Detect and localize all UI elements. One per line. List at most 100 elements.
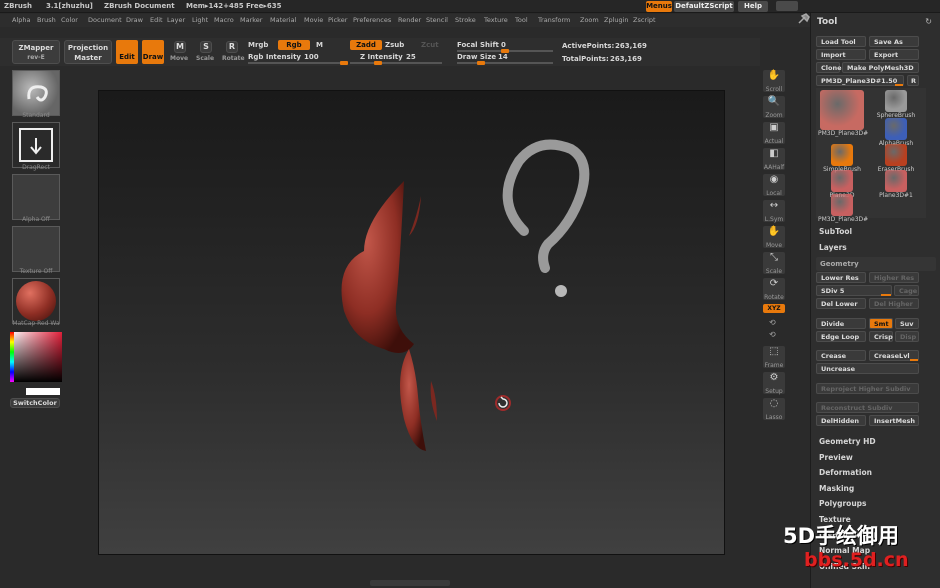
smt-toggle[interactable]: Smt: [869, 318, 893, 329]
menu-item-edit[interactable]: Edit: [150, 16, 163, 24]
tool-alphabrush[interactable]: AlphaBrush: [872, 118, 920, 147]
material-thumbnail[interactable]: [12, 278, 60, 324]
refresh-icon[interactable]: ↻: [925, 17, 932, 26]
sdiv-slider[interactable]: SDiv 5: [816, 285, 892, 296]
edge-loop-button[interactable]: Edge Loop: [816, 331, 866, 342]
insertmesh-button[interactable]: InsertMesh: [869, 415, 919, 426]
export-button[interactable]: Export: [869, 49, 919, 60]
menu-item-stroke[interactable]: Stroke: [455, 16, 476, 24]
hue-strip[interactable]: [10, 332, 14, 382]
suv-toggle[interactable]: Suv: [895, 318, 919, 329]
menu-item-movie[interactable]: Movie: [304, 16, 323, 24]
rotation-gizmo-icon[interactable]: [495, 395, 511, 411]
section-polygroups[interactable]: Polygroups: [819, 499, 867, 508]
draw-size-slider[interactable]: [457, 61, 553, 65]
menu-item-zplugin[interactable]: Zplugin: [604, 16, 629, 24]
brush-thumbnail[interactable]: [12, 70, 60, 116]
rotate-y-icon[interactable]: ⟲: [769, 318, 776, 327]
secondary-color-swatch[interactable]: [26, 388, 60, 395]
section-preview[interactable]: Preview: [819, 453, 853, 462]
menu-item-macro[interactable]: Macro: [214, 16, 234, 24]
zadd-button[interactable]: Zadd: [350, 40, 382, 50]
menu-item-tool[interactable]: Tool: [515, 16, 528, 24]
rgb-intensity-slider[interactable]: [248, 61, 348, 65]
section-geometry-hd[interactable]: Geometry HD: [819, 437, 876, 446]
load-tool-button[interactable]: Load Tool: [816, 36, 866, 47]
delhidden-button[interactable]: DelHidden: [816, 415, 866, 426]
menu-item-zscript[interactable]: Zscript: [633, 16, 656, 24]
tool-eraserbrush[interactable]: EraserBrush: [872, 144, 920, 173]
window-control-icon[interactable]: [776, 1, 798, 11]
higher-res-button[interactable]: Higher Res: [869, 272, 919, 283]
import-button[interactable]: Import: [816, 49, 866, 60]
del-higher-button[interactable]: Del Higher: [869, 298, 919, 309]
menu-item-stencil[interactable]: Stencil: [426, 16, 448, 24]
edit-button[interactable]: Edit: [116, 40, 138, 64]
uncrease-button[interactable]: Uncrease: [816, 363, 919, 374]
menu-item-marker[interactable]: Marker: [240, 16, 262, 24]
zsub-button[interactable]: Zsub: [385, 41, 404, 49]
zcut-button[interactable]: Zcut: [421, 41, 439, 49]
menu-item-zoom[interactable]: Zoom: [580, 16, 599, 24]
rotate-z-icon[interactable]: ⟲: [769, 330, 776, 339]
rotate-button[interactable]: Rotate: [222, 55, 245, 62]
move-button[interactable]: Move: [170, 55, 188, 62]
default-zscript-button[interactable]: DefaultZScript: [674, 1, 734, 12]
cage-button[interactable]: Cage: [894, 285, 919, 296]
disp-slider[interactable]: Disp: [895, 331, 919, 342]
tool-spherebrush[interactable]: SphereBrush: [872, 90, 920, 119]
texture-thumbnail[interactable]: [12, 226, 60, 272]
reproject-higher-subdiv-button[interactable]: Reproject Higher Subdiv: [816, 383, 919, 394]
section-deformation[interactable]: Deformation: [819, 468, 872, 477]
focal-shift-slider[interactable]: [457, 49, 553, 53]
menu-item-draw[interactable]: Draw: [126, 16, 143, 24]
document-canvas[interactable]: [98, 90, 725, 555]
menus-button[interactable]: Menus: [646, 1, 672, 12]
stroke-thumbnail[interactable]: [12, 122, 60, 168]
canvas-scrollbar[interactable]: [370, 580, 450, 586]
layers-section[interactable]: Layers: [819, 243, 847, 252]
draw-button[interactable]: Draw: [142, 40, 164, 64]
lower-res-button[interactable]: Lower Res: [816, 272, 866, 283]
del-lower-button[interactable]: Del Lower: [816, 298, 866, 309]
menu-item-alpha[interactable]: Alpha: [12, 16, 30, 24]
scale-button[interactable]: Scale: [196, 55, 214, 62]
geometry-section[interactable]: Geometry: [816, 257, 936, 271]
menu-item-material[interactable]: Material: [270, 16, 296, 24]
reconstruct-subdiv-button[interactable]: Reconstruct Subdiv: [816, 402, 919, 413]
zmapper-button[interactable]: ZMapper rev-E: [12, 40, 60, 64]
projection-master-button[interactable]: Projection Master: [64, 40, 112, 64]
crisp-toggle[interactable]: Crisp: [869, 331, 893, 342]
crease-button[interactable]: Crease: [816, 350, 866, 361]
r-button[interactable]: R: [907, 75, 919, 86]
menu-item-preferences[interactable]: Preferences: [353, 16, 391, 24]
menu-item-transform[interactable]: Transform: [538, 16, 570, 24]
menu-item-layer[interactable]: Layer: [167, 16, 185, 24]
subtool-section[interactable]: SubTool: [819, 227, 852, 236]
section-masking[interactable]: Masking: [819, 484, 854, 493]
z-intensity-slider[interactable]: [350, 61, 442, 65]
alpha-thumbnail[interactable]: [12, 174, 60, 220]
menu-item-render[interactable]: Render: [398, 16, 421, 24]
tool-simplebrush[interactable]: SimpleBrush: [818, 144, 866, 173]
switch-color-button[interactable]: SwitchColor: [10, 398, 60, 408]
rgb-button[interactable]: Rgb: [278, 40, 310, 50]
current-tool-slider[interactable]: PM3D_Plane3D#1.50: [816, 75, 904, 86]
menu-item-color[interactable]: Color: [61, 16, 78, 24]
tool-pm3d-plane3d-[interactable]: PM3D_Plane3D#: [818, 194, 868, 223]
menu-item-light[interactable]: Light: [192, 16, 208, 24]
tool-pm3d-plane3d-[interactable]: PM3D_Plane3D#: [818, 90, 868, 137]
menu-item-brush[interactable]: Brush: [37, 16, 56, 24]
make-polymesh-button[interactable]: Make PolyMesh3D: [842, 62, 919, 73]
crease-level-slider[interactable]: CreaseLvl 15: [869, 350, 919, 370]
mrgb-button[interactable]: Mrgb: [248, 41, 268, 49]
xyz-toggle[interactable]: XYZ: [763, 304, 785, 313]
m-button[interactable]: M: [316, 41, 323, 49]
menu-item-texture[interactable]: Texture: [484, 16, 508, 24]
clone-button[interactable]: Clone: [816, 62, 842, 73]
divide-button[interactable]: Divide: [816, 318, 866, 329]
color-picker[interactable]: [10, 332, 62, 382]
help-button[interactable]: Help: [738, 1, 768, 12]
menu-item-document[interactable]: Document: [88, 16, 122, 24]
save-as-button[interactable]: Save As: [869, 36, 919, 47]
